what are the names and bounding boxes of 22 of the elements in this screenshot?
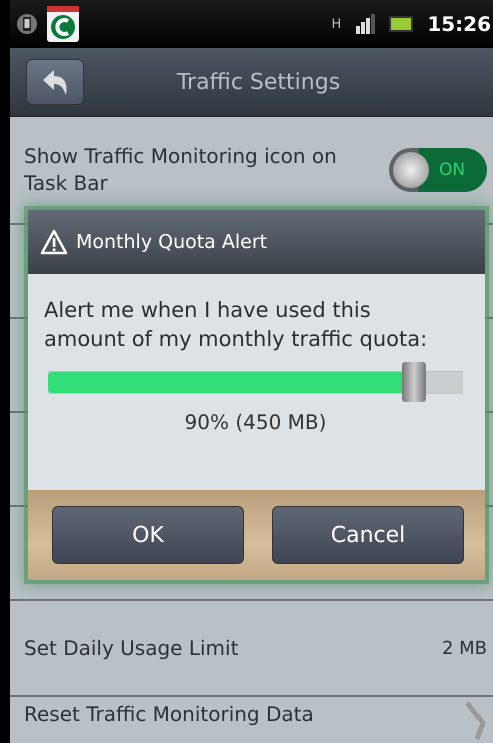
dialog-message: Alert me when I have used this amount of my monthly traffic quota: [44,297,428,353]
setting-row[interactable]: Reset Traffic Monitoring Data [10,697,493,743]
network-type: H [332,16,342,32]
dialog-button[interactable]: OK [52,506,244,564]
chevron-right-icon [463,701,487,741]
setting-value: 2 MB [442,638,487,658]
slider-thumb[interactable] [402,362,426,402]
dialog-button[interactable]: Cancel [272,506,464,564]
slider-reading: 90% (450 MB) [184,410,328,434]
setting-label: Reset Traffic Monitoring Data [24,701,314,728]
setting-row[interactable]: Set Daily Usage Limit 2 MB [10,601,493,697]
back-button[interactable] [26,59,84,105]
notification-icon [16,11,38,37]
app-icon [46,5,80,43]
setting-label: Show Traffic Monitoring icon on Task Bar [24,143,338,197]
clock: 15:26 [427,12,491,36]
dialog-title: Monthly Quota Alert [76,231,268,253]
screen-title: Traffic Settings [176,70,342,94]
signal-icon [355,14,376,34]
battery-icon [389,16,414,32]
setting-label: Set Daily Usage Limit [24,634,238,662]
warning-icon [40,229,68,255]
